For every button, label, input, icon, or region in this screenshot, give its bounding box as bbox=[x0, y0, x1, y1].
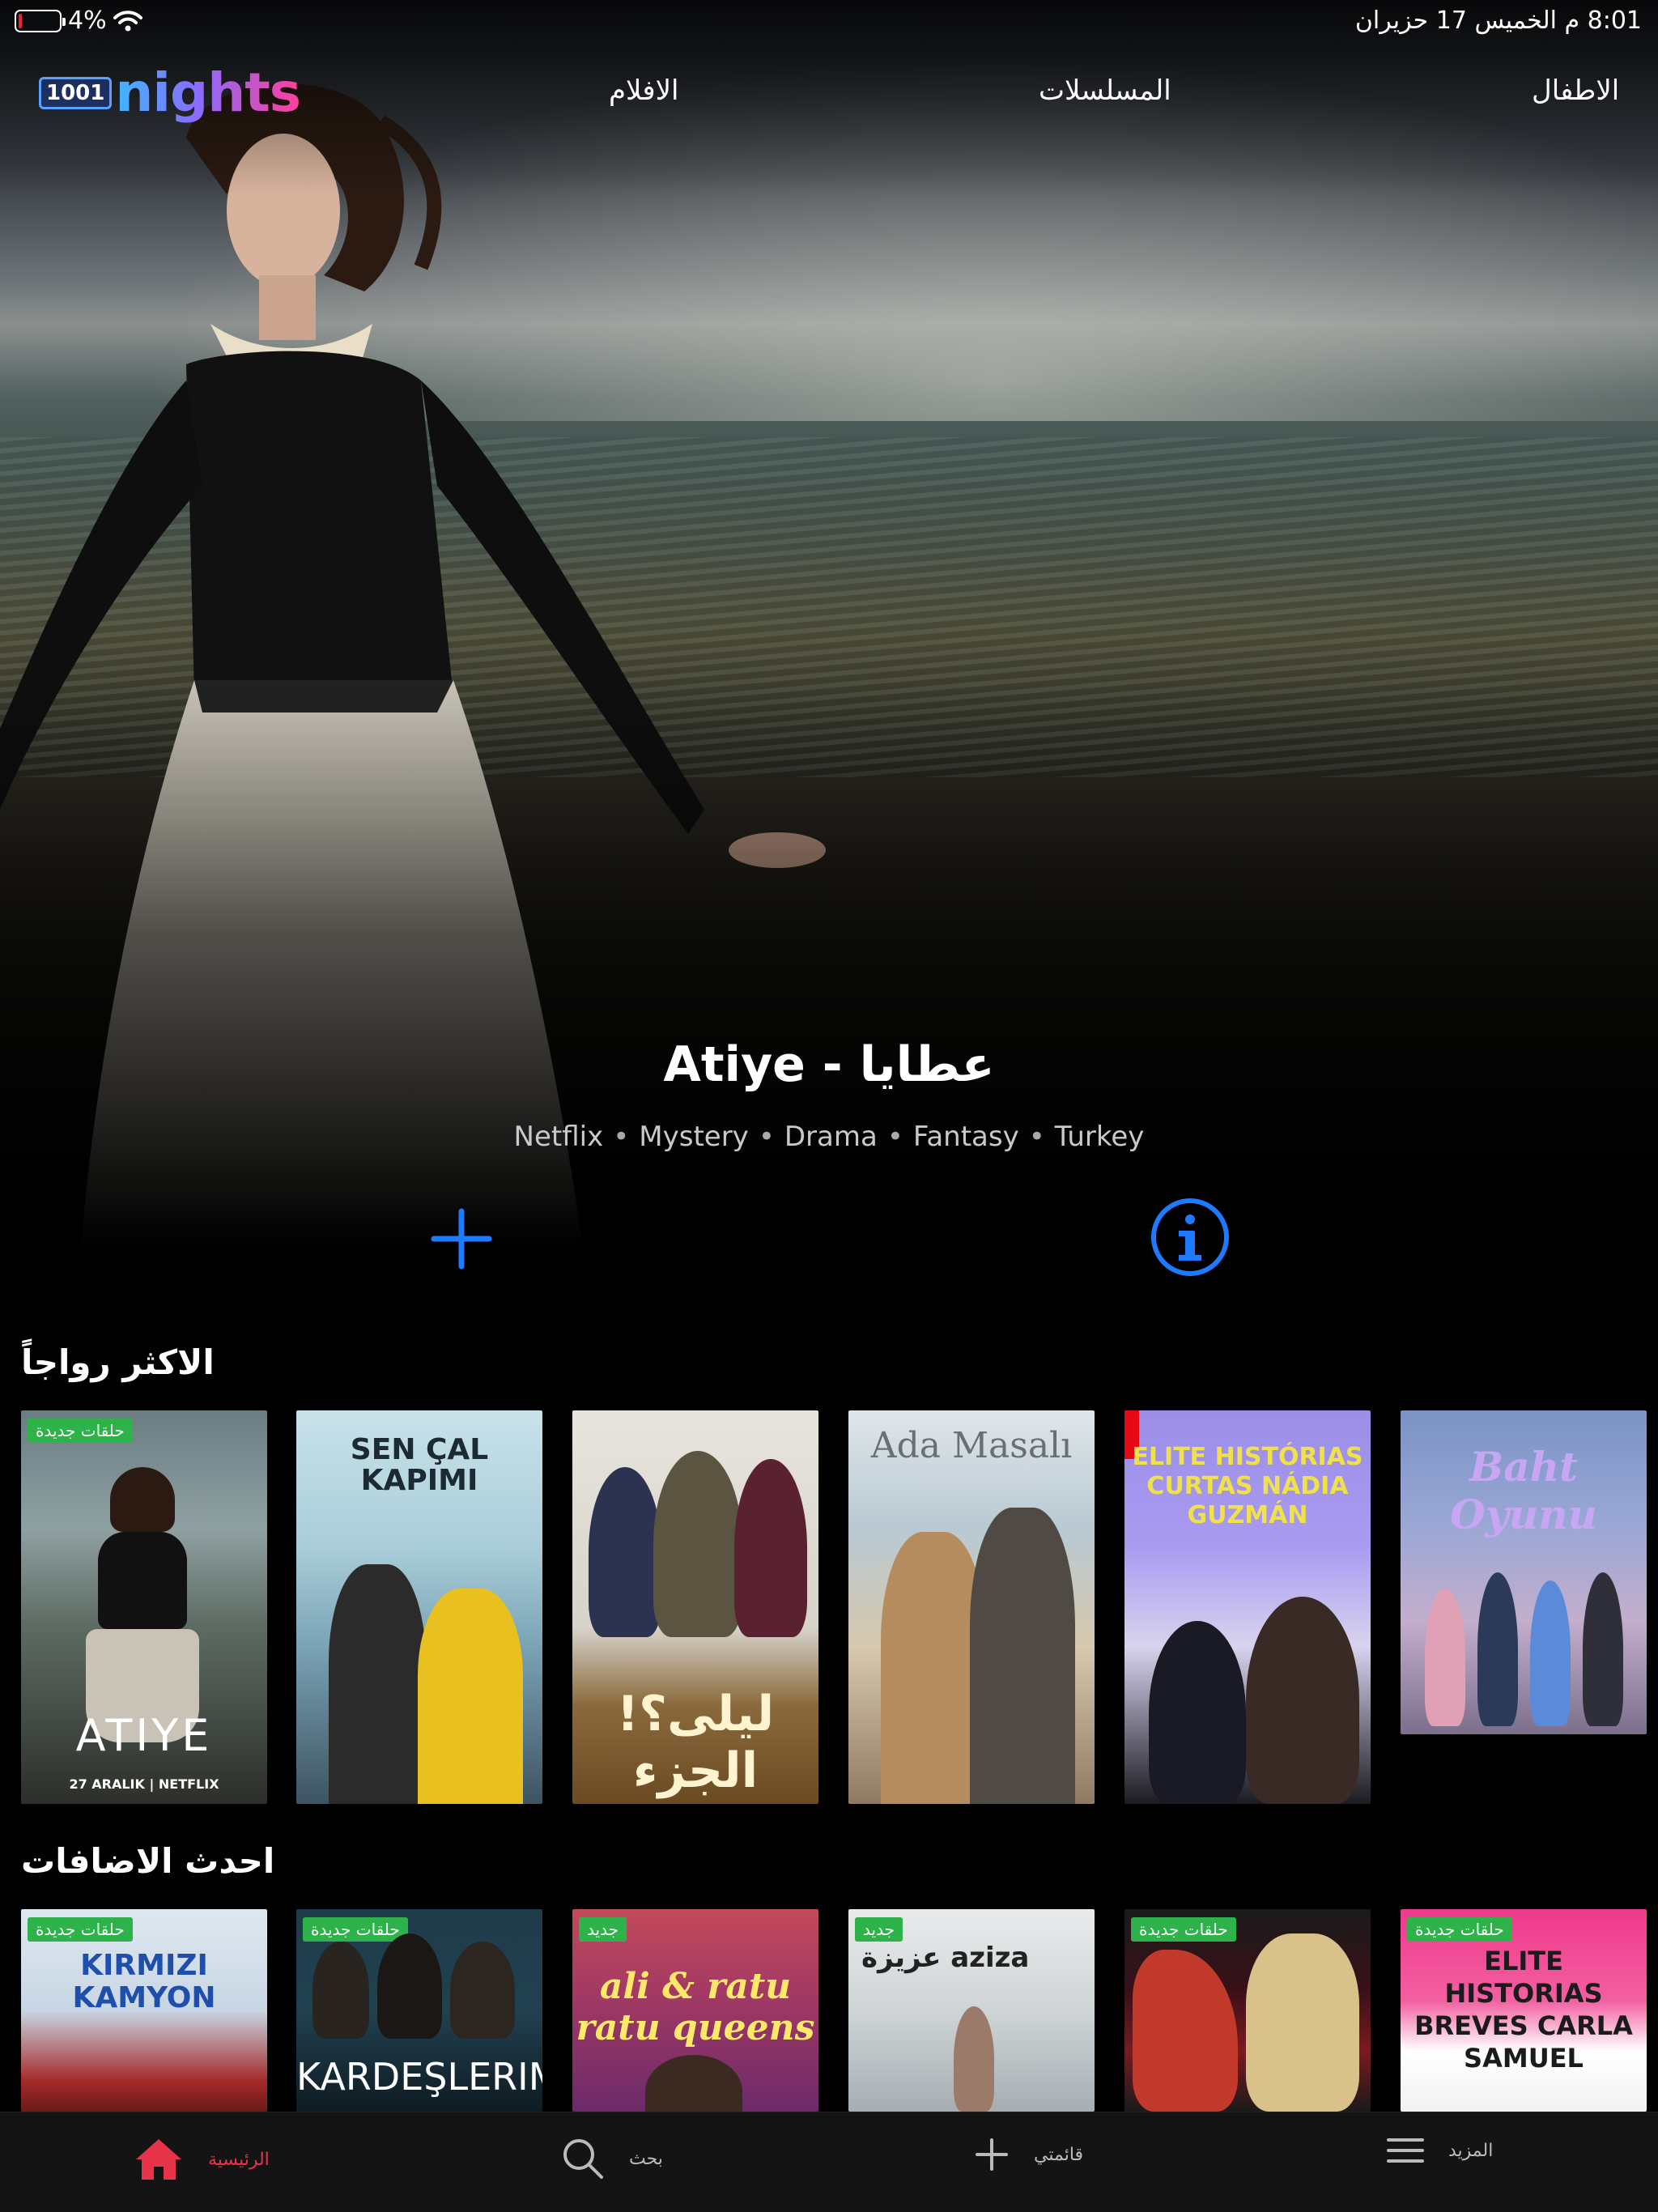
add-to-list-button[interactable] bbox=[429, 1206, 494, 1271]
poster-figure-4 bbox=[1583, 1572, 1623, 1726]
tab-label: قائمتي bbox=[1034, 2144, 1084, 2165]
poster-laila[interactable]: ليلى؟! الجزء الثاني bbox=[572, 1410, 818, 1804]
logo-nights: nights bbox=[115, 62, 301, 124]
badge-new-episodes: حلقات جديدة bbox=[28, 1917, 133, 1942]
tag-separator: • bbox=[1028, 1121, 1045, 1153]
poster-figure-body bbox=[98, 1532, 187, 1629]
tab-search[interactable]: بحث bbox=[561, 2137, 663, 2180]
poster-figure-3 bbox=[734, 1459, 807, 1637]
battery-percent: 4% bbox=[68, 6, 107, 35]
badge-new-episodes: حلقات جديدة bbox=[1131, 1917, 1236, 1942]
poster-ali-ratu[interactable]: جديد ali & ratu ratu queens bbox=[572, 1909, 818, 2112]
poster-figure-2 bbox=[377, 1933, 442, 2039]
badge-new-episodes: حلقات جديدة bbox=[28, 1419, 133, 1443]
status-left: 4% bbox=[15, 6, 142, 35]
tag-separator: • bbox=[886, 1121, 903, 1153]
poster-title: ali & ratu ratu queens bbox=[576, 1966, 815, 2048]
poster-figure-2 bbox=[1477, 1572, 1518, 1726]
poster-figure-1 bbox=[312, 1942, 369, 2039]
tab-label: المزيد bbox=[1448, 2140, 1494, 2161]
badge-new-episodes: حلقات جديدة bbox=[1407, 1917, 1512, 1942]
poster-title: SEN ÇAL KAPIMI bbox=[350, 1433, 489, 1497]
tag: Drama bbox=[784, 1121, 878, 1153]
poster-figure-man bbox=[970, 1508, 1075, 1804]
hero-tags: Netflix • Mystery • Drama • Fantasy • Turkey bbox=[0, 1121, 1658, 1153]
poster-figure bbox=[954, 2006, 994, 2112]
app-logo[interactable]: 1001 nights bbox=[39, 62, 301, 124]
battery-icon bbox=[15, 9, 66, 32]
tag-separator: • bbox=[613, 1121, 630, 1153]
poster-sen-cal-kapimi[interactable]: SEN ÇAL KAPIMI bbox=[296, 1410, 542, 1804]
status-datetime: 8:01 م الخميس 17 حزيران bbox=[1354, 6, 1642, 35]
poster-title: ليلى؟! الجزء الثاني bbox=[616, 1686, 775, 1804]
poster-figure-woman bbox=[418, 1589, 523, 1804]
poster-figure-3 bbox=[1530, 1580, 1571, 1726]
poster-anime[interactable]: حلقات جديدة bbox=[1124, 1909, 1371, 2112]
poster-title: ELITE HISTORIAS BREVES CARLA SAMUEL bbox=[1414, 1946, 1633, 2074]
tab-label: بحث bbox=[629, 2148, 663, 2169]
poster-baht-oyunu[interactable]: Baht Oyunu bbox=[1401, 1410, 1647, 1734]
poster-atiye[interactable]: حلقات جديدة ATIYE 27 ARALIK | NETFLIX bbox=[21, 1410, 267, 1804]
nav-movies[interactable]: الافلام bbox=[609, 74, 678, 107]
badge-new: جديد bbox=[855, 1917, 903, 1942]
tab-more[interactable]: المزيد bbox=[1387, 2137, 1493, 2164]
badge-new-episodes: حلقات جديدة bbox=[303, 1917, 408, 1942]
poster-title: Ada Masalı bbox=[870, 1425, 1073, 1466]
poster-kardeslerim[interactable]: حلقات جديدة KARDEŞLERIM bbox=[296, 1909, 542, 2112]
tag: Netflix bbox=[513, 1121, 604, 1153]
status-bar: 4% 8:01 م الخميس 17 حزيران bbox=[0, 0, 1658, 42]
hero-title: Atiye - عطايا bbox=[663, 1036, 995, 1093]
tab-label: الرئيسية bbox=[208, 2149, 270, 2170]
plus-icon bbox=[976, 2138, 1008, 2171]
home-icon bbox=[136, 2139, 181, 2180]
poster-elite-carla[interactable]: حلقات جديدة ELITE HISTORIAS BREVES CARLA… bbox=[1401, 1909, 1647, 2112]
nav-series[interactable]: المسلسلات bbox=[1039, 74, 1171, 107]
tag-separator: • bbox=[758, 1121, 775, 1153]
poster-aziza[interactable]: جديد عزيزة aziza bbox=[848, 1909, 1095, 2112]
poster-figure-head bbox=[110, 1467, 175, 1532]
poster-figure-3 bbox=[450, 1942, 515, 2039]
poster-title: عزيزة aziza bbox=[861, 1942, 1030, 1974]
search-icon bbox=[563, 2139, 603, 2179]
menu-icon bbox=[1387, 2138, 1424, 2163]
poster-title: KARDEŞLERIM bbox=[296, 2055, 542, 2099]
poster-figure-man bbox=[329, 1564, 426, 1804]
poster-figure-1 bbox=[1133, 1950, 1238, 2112]
poster-figure-1 bbox=[1149, 1621, 1246, 1804]
tab-my-list[interactable]: قائمتي bbox=[974, 2137, 1083, 2172]
poster-caption: 27 ARALIK | NETFLIX bbox=[69, 1776, 219, 1792]
info-button[interactable] bbox=[1150, 1197, 1231, 1278]
top-nav: 1001 nights الافلام المسلسلات الاطفال bbox=[0, 57, 1658, 130]
nav-kids[interactable]: الاطفال bbox=[1532, 74, 1619, 107]
poster-figure-1 bbox=[1425, 1589, 1465, 1726]
tag: Turkey bbox=[1054, 1121, 1145, 1153]
poster-figure-2 bbox=[1246, 1933, 1359, 2112]
tab-home[interactable]: الرئيسية bbox=[134, 2137, 270, 2182]
poster-title: ATIYE bbox=[75, 1710, 213, 1761]
tag: Fantasy bbox=[912, 1121, 1019, 1153]
poster-title: KIRMIZI KAMYON bbox=[72, 1949, 216, 2014]
poster-ada-masali[interactable]: Ada Masalı bbox=[848, 1410, 1095, 1804]
logo-1001: 1001 bbox=[39, 76, 113, 109]
wifi-icon bbox=[113, 10, 142, 31]
row-title-latest: احدث الاضافات bbox=[21, 1841, 275, 1881]
poster-title: Baht Oyunu bbox=[1450, 1443, 1597, 1538]
badge-new: جديد bbox=[579, 1917, 627, 1942]
poster-figure-2 bbox=[1246, 1597, 1359, 1804]
poster-figure bbox=[645, 2055, 742, 2112]
poster-elite-nadia[interactable]: ELITE HISTÓRIAS CURTAS NÁDIA GUZMÁN bbox=[1124, 1410, 1371, 1804]
row-title-trending: الاكثر رواجاً bbox=[21, 1342, 215, 1382]
hero-bottom-fade bbox=[0, 680, 1658, 1247]
poster-kirmizi-kamyon[interactable]: حلقات جديدة KIRMIZI KAMYON bbox=[21, 1909, 267, 2112]
tag: Mystery bbox=[639, 1121, 749, 1153]
tab-bar: الرئيسية بحث قائمتي المزيد bbox=[0, 2112, 1658, 2212]
poster-figure-1 bbox=[589, 1467, 661, 1637]
poster-title: ELITE HISTÓRIAS CURTAS NÁDIA GUZMÁN bbox=[1132, 1443, 1363, 1529]
poster-figure-2 bbox=[653, 1451, 742, 1637]
